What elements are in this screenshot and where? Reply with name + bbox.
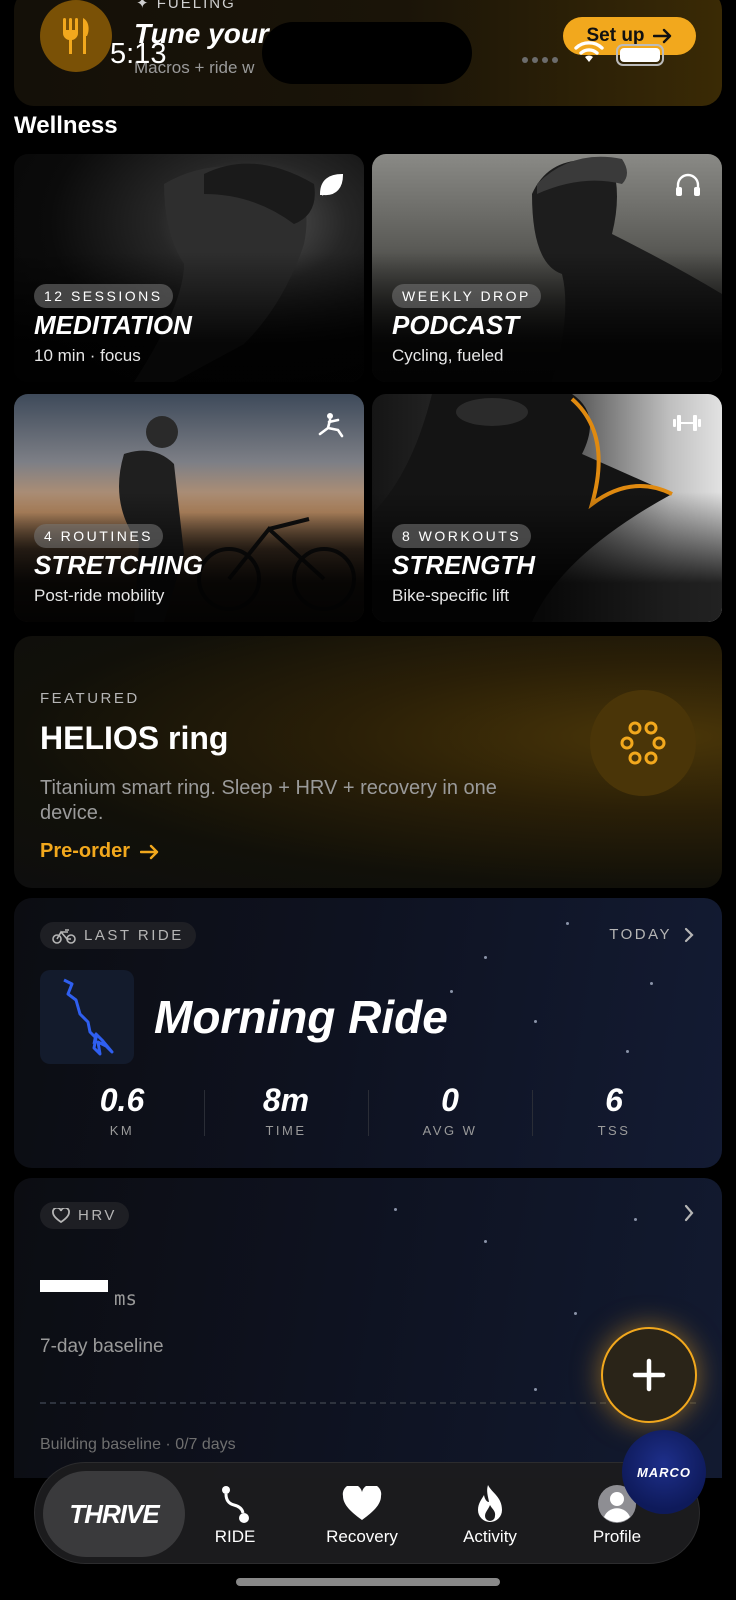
- chevron-right-icon: [684, 927, 694, 942]
- tile-title: PODCAST: [392, 310, 520, 340]
- last-ride-card[interactable]: LAST RIDE TODAY Morning Ride 0.6 KM 8m TIM…: [14, 898, 722, 1168]
- arrow-right-icon: [652, 28, 671, 44]
- stretch-icon: [318, 413, 344, 438]
- preorder-link[interactable]: Pre-order: [40, 840, 160, 863]
- tab-ride[interactable]: RIDE: [185, 1481, 285, 1547]
- dumbbell-icon: [673, 415, 701, 431]
- last-ride-label: LAST RIDE: [40, 922, 196, 949]
- ring-icon[interactable]: [590, 690, 696, 796]
- route-icon: [222, 1486, 249, 1523]
- hrv-baseline-label: 7-day baseline: [40, 1336, 164, 1357]
- coach-avatar-button[interactable]: MARCO: [622, 1430, 706, 1514]
- podcast-tile[interactable]: WEEKLY DROP PODCAST Cycling, fueled: [372, 154, 722, 382]
- tile-subtitle: Post-ride mobility: [34, 586, 165, 605]
- strength-tile[interactable]: 8 WORKOUTS STRENGTH Bike-specific lift: [372, 394, 722, 622]
- tile-subtitle: Bike-specific lift: [392, 586, 510, 605]
- tile-badge: 8 WORKOUTS: [392, 524, 532, 548]
- featured-kicker: FEATURED: [40, 690, 140, 707]
- arrow-right-icon: [140, 844, 159, 859]
- stat-tss: 6 TSS: [532, 1082, 696, 1146]
- tab-recovery[interactable]: Recovery: [312, 1481, 412, 1547]
- tab-bar: THRIVE RIDE Recovery Activity Profile: [34, 1462, 700, 1564]
- baseline-line: [40, 1402, 696, 1404]
- stat-time: 8m TIME: [204, 1082, 368, 1146]
- wifi-icon: [574, 41, 604, 62]
- heart-icon: [342, 1486, 382, 1520]
- leaf-icon: [319, 173, 344, 196]
- meditation-tile[interactable]: 12 SESSIONS MEDITATION 10 min · focus: [14, 154, 364, 382]
- add-button[interactable]: [601, 1327, 697, 1423]
- tile-badge: 12 SESSIONS: [34, 284, 173, 308]
- tab-activity[interactable]: Activity: [440, 1481, 540, 1547]
- tab-label: RIDE: [214, 1527, 256, 1546]
- coach-label: MARCO: [636, 1464, 692, 1480]
- tile-badge: WEEKLY DROP: [392, 284, 541, 308]
- tab-label: Profile: [592, 1527, 642, 1546]
- hrv-unit: ms: [114, 1288, 137, 1310]
- plus-icon: [632, 1358, 666, 1392]
- fueling-kicker: ✦ FUELING: [136, 0, 236, 12]
- chevron-right-icon[interactable]: [684, 1204, 694, 1222]
- ride-route-map: [40, 970, 134, 1064]
- status-time: 5:13: [110, 38, 167, 70]
- tile-subtitle: Cycling, fueled: [392, 346, 504, 365]
- home-indicator[interactable]: [236, 1578, 500, 1586]
- ride-date-link[interactable]: TODAY: [609, 926, 694, 943]
- tile-title: MEDITATION: [34, 310, 192, 340]
- wellness-heading: Wellness: [14, 112, 118, 139]
- stat-avg-watts: 0 AVG W: [368, 1082, 532, 1146]
- tab-thrive[interactable]: THRIVE: [43, 1471, 185, 1557]
- featured-title: HELIOS ring: [40, 720, 229, 756]
- fork-knife-icon: [40, 0, 112, 72]
- hrv-status: Building baseline · 0/7 days: [40, 1436, 236, 1453]
- hrv-value-placeholder: [40, 1280, 108, 1292]
- dynamic-island: [262, 22, 472, 84]
- ride-stats: 0.6 KM 8m TIME 0 AVG W 6 TSS: [40, 1082, 696, 1146]
- hrv-label: HRV: [40, 1202, 129, 1229]
- bike-icon: [52, 928, 76, 944]
- flame-icon: [478, 1485, 502, 1522]
- tile-title: STRETCHING: [34, 550, 203, 580]
- tile-badge: 4 ROUTINES: [34, 524, 164, 548]
- tile-subtitle: 10 min · focus: [34, 346, 141, 365]
- hrv-card[interactable]: HRV ms 7-day baseline Building baseline …: [14, 1178, 722, 1478]
- battery-icon: [616, 44, 664, 66]
- featured-description: Titanium smart ring. Sleep + HRV + recov…: [40, 777, 497, 824]
- featured-card[interactable]: FEATURED HELIOS ring Titanium smart ring…: [14, 636, 722, 888]
- heart-outline-icon: [52, 1207, 70, 1223]
- cellular-signal-icon: [522, 57, 558, 63]
- stat-distance: 0.6 KM: [99, 1082, 145, 1138]
- tab-label: Recovery: [326, 1527, 398, 1546]
- tab-label: Activity: [463, 1527, 517, 1546]
- tile-title: STRENGTH: [392, 550, 535, 580]
- ride-name: Morning Ride: [154, 991, 448, 1043]
- stretching-tile[interactable]: 4 ROUTINES STRETCHING Post-ride mobility: [14, 394, 364, 622]
- headphones-icon: [676, 173, 700, 196]
